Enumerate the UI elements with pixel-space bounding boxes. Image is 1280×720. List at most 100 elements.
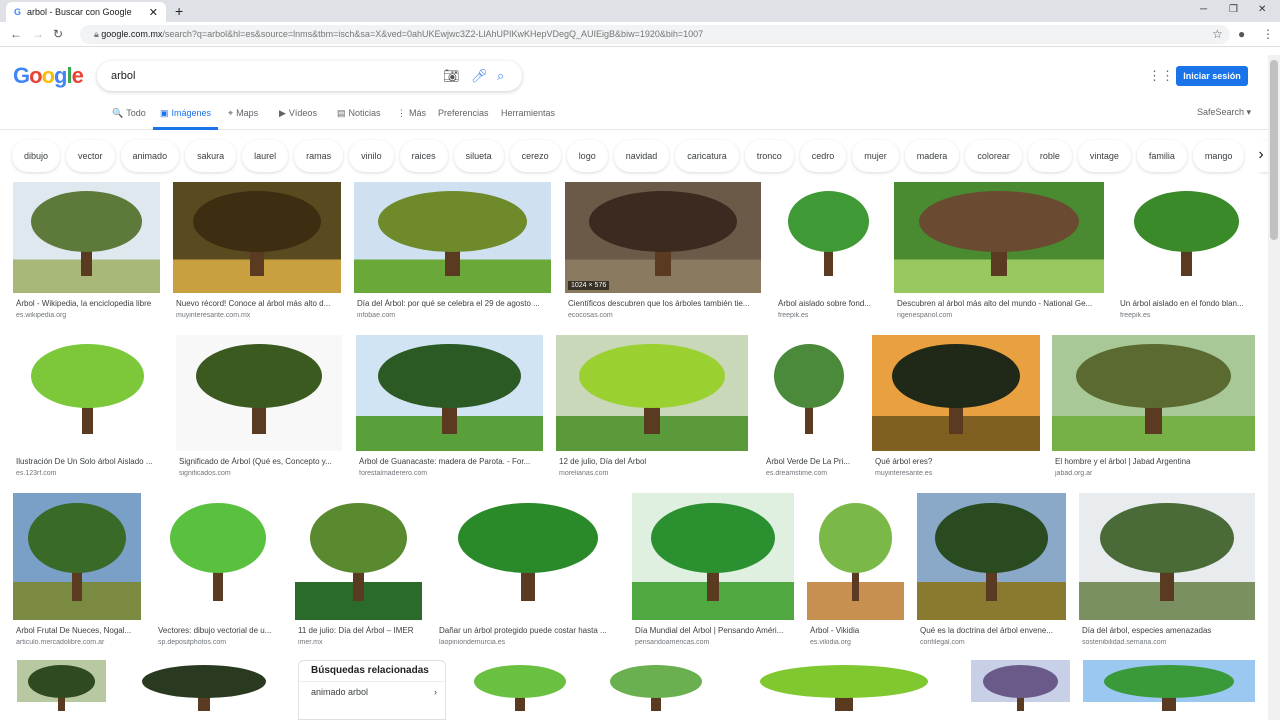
result-thumbnail[interactable] [176, 335, 342, 451]
image-result[interactable]: Descubren al árbol más alto del mundo - … [894, 182, 1104, 319]
chip[interactable]: vector [66, 140, 115, 172]
image-result[interactable]: Un árbol aislado en el fondo blan... free… [1117, 182, 1256, 319]
image-result[interactable] [460, 660, 580, 720]
google-logo[interactable]: Google [13, 63, 84, 89]
image-result[interactable]: Significado de Árbol (Qué es, Concepto y… [176, 335, 342, 477]
result-thumbnail[interactable] [460, 660, 580, 720]
chip[interactable]: caricatura [675, 140, 739, 172]
chip[interactable]: tronco [744, 140, 794, 172]
chip[interactable]: vintage [1077, 140, 1131, 172]
url-input[interactable]: 🔒︎ google.com.mx/search?q=arbol&hl=es&so… [80, 25, 1230, 44]
menu-icon[interactable]: ⋮ [1262, 27, 1274, 41]
image-result[interactable]: Árbol de Guanacaste: madera de Parota. -… [356, 335, 543, 477]
result-thumbnail[interactable] [807, 493, 904, 620]
result-thumbnail[interactable] [155, 493, 281, 620]
chip[interactable]: laurel [242, 140, 289, 172]
result-title[interactable]: Árbol Verde De La Pri... [763, 457, 855, 466]
image-result[interactable]: Dañar un árbol protegido puede costar ha… [436, 493, 620, 646]
result-title[interactable]: Árbol de Guanacaste: madera de Parota. -… [356, 457, 543, 466]
result-title[interactable]: Arbol Frutal De Nueces, Nogal... [13, 626, 141, 635]
result-title[interactable]: Un árbol aislado en el fondo blan... [1117, 299, 1256, 308]
image-result[interactable] [123, 660, 285, 720]
forward-icon[interactable]: → [32, 27, 44, 41]
result-thumbnail[interactable] [1117, 182, 1256, 293]
chip[interactable]: vinilo [349, 140, 394, 172]
result-title[interactable]: Árbol aislado sobre fond... [775, 299, 882, 308]
image-result[interactable] [596, 660, 716, 720]
safesearch-button[interactable]: SafeSearch ▾ [1197, 107, 1251, 118]
back-icon[interactable]: ← [10, 27, 22, 41]
tab-4[interactable]: ▤ Noticias [337, 108, 381, 119]
result-title[interactable]: Día del Árbol: por qué se celebra el 29 … [354, 299, 551, 308]
chip[interactable]: mango [1192, 140, 1245, 172]
microphone-icon[interactable]: 🎤︎ [471, 61, 488, 91]
result-thumbnail[interactable] [775, 182, 882, 293]
result-thumbnail[interactable] [733, 660, 955, 720]
result-thumbnail[interactable] [123, 660, 285, 720]
result-title[interactable]: 12 de julio, Día del Árbol [556, 457, 748, 466]
chip[interactable]: navidad [613, 140, 670, 172]
result-thumbnail[interactable] [556, 335, 748, 451]
profile-icon[interactable]: ● [1238, 27, 1245, 41]
result-title[interactable]: Árbol - Vikidia [807, 626, 904, 635]
result-thumbnail[interactable] [1083, 660, 1255, 720]
chip[interactable]: raices [399, 140, 448, 172]
result-thumbnail[interactable] [1052, 335, 1255, 451]
image-result[interactable] [17, 660, 106, 720]
image-result[interactable]: Árbol aislado sobre fond... freepik.es [775, 182, 882, 319]
signin-button[interactable]: Iniciar sesión [1176, 66, 1248, 86]
result-title[interactable]: Dañar un árbol protegido puede costar ha… [436, 626, 620, 635]
result-title[interactable]: Árbol - Wikipedia, la enciclopedia libre [13, 299, 160, 308]
image-result[interactable]: Ilustración De Un Solo árbol Aislado ...… [13, 335, 162, 477]
tab-2[interactable]: ⌖ Maps [228, 108, 258, 119]
image-result[interactable] [971, 660, 1070, 720]
result-title[interactable]: Nuevo récord! Conoce al árbol más alto d… [173, 299, 341, 308]
result-title[interactable]: Científicos descubren que los árboles ta… [565, 299, 761, 308]
result-thumbnail[interactable] [917, 493, 1066, 620]
chip[interactable]: mujer [852, 140, 899, 172]
tab-6[interactable]: Preferencias [438, 108, 489, 118]
result-title[interactable]: Significado de Árbol (Qué es, Concepto y… [176, 457, 342, 466]
image-result[interactable]: Árbol Verde De La Pri... es.dreamstime.co… [763, 335, 855, 477]
result-thumbnail[interactable] [1079, 493, 1255, 620]
new-tab-button[interactable]: + [175, 3, 183, 19]
image-result[interactable]: Día del árbol, especies amenazadas sosten… [1079, 493, 1255, 646]
scrollbar[interactable] [1268, 55, 1280, 720]
reload-icon[interactable]: ↻ [53, 27, 63, 41]
image-result[interactable]: 1024 × 576 Científicos descubren que los … [565, 182, 761, 319]
image-result[interactable]: Nuevo récord! Conoce al árbol más alto d… [173, 182, 341, 319]
image-result[interactable] [733, 660, 955, 720]
chip[interactable]: animado [120, 140, 180, 172]
chip[interactable]: dibujo [12, 140, 61, 172]
image-result[interactable]: Vectores: dibujo vectorial de u... sp.dep… [155, 493, 281, 646]
result-title[interactable]: Qué es la doctrina del árbol envene... [917, 626, 1066, 635]
tab-3[interactable]: ▶ Vídeos [279, 108, 317, 119]
image-result[interactable]: Qué árbol eres? muyinteresante.es [872, 335, 1040, 477]
chip[interactable]: ramas [294, 140, 344, 172]
image-result[interactable]: 11 de julio: Día del Árbol – IMER imer.mx [295, 493, 422, 646]
result-thumbnail[interactable] [173, 182, 341, 293]
chip[interactable]: logo [566, 140, 608, 172]
tab-5[interactable]: ⋮ Más [397, 108, 426, 119]
image-result[interactable]: Qué es la doctrina del árbol envene... co… [917, 493, 1066, 646]
image-result[interactable]: 12 de julio, Día del Árbol morelianas.com [556, 335, 748, 477]
result-title[interactable]: Qué árbol eres? [872, 457, 1040, 466]
image-result[interactable]: Árbol - Vikidia es.vikidia.org [807, 493, 904, 646]
close-tab-icon[interactable]: ✕ [149, 6, 158, 19]
chip[interactable]: cedro [799, 140, 847, 172]
related-item[interactable]: animado arbol › [299, 682, 445, 702]
browser-tab[interactable]: Garbol - Buscar con Google ✕ [6, 2, 166, 22]
result-thumbnail[interactable] [354, 182, 551, 293]
result-thumbnail[interactable] [13, 182, 160, 293]
camera-icon[interactable]: 📷︎ [443, 61, 460, 91]
restore-button[interactable]: ❐ [1229, 4, 1238, 15]
result-thumbnail[interactable] [17, 660, 106, 720]
result-thumbnail[interactable] [13, 335, 162, 451]
result-thumbnail[interactable] [763, 335, 855, 451]
result-title[interactable]: Día Mundial del Árbol | Pensando Améri..… [632, 626, 794, 635]
chip[interactable]: sakura [185, 140, 237, 172]
image-result[interactable]: El hombre y el árbol | Jabad Argentina ja… [1052, 335, 1255, 477]
search-input[interactable]: arbol 📷︎ 🎤︎ ⌕ [97, 61, 522, 91]
close-window-button[interactable]: ✕ [1258, 4, 1266, 15]
result-thumbnail[interactable] [632, 493, 794, 620]
